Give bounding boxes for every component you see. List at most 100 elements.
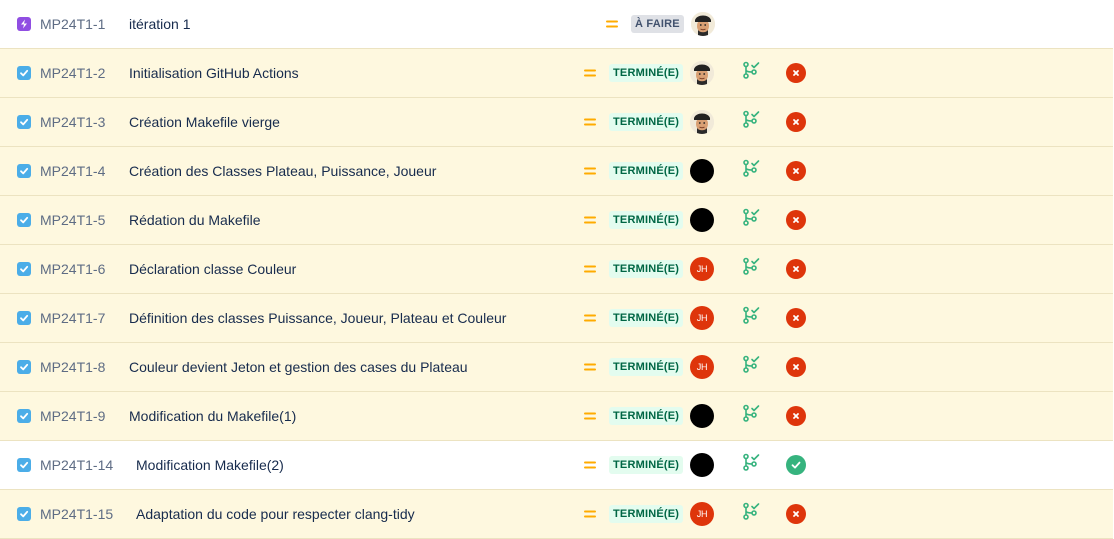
table-row[interactable]: MP24T1-14 Modification Makefile(2) TERMINÉ… <box>0 441 1113 490</box>
branch-icon[interactable] <box>742 144 760 192</box>
build-failed-icon[interactable] <box>786 490 806 538</box>
table-row[interactable]: MP24T1-1 itération 1 À FAIRE <box>0 0 1113 49</box>
issue-key-link[interactable]: MP24T1-5 <box>40 196 105 244</box>
issue-summary[interactable]: itération 1 <box>129 0 190 48</box>
avatar[interactable] <box>690 208 714 232</box>
status-cell: TERMINÉ(E) <box>609 490 684 538</box>
table-row[interactable]: MP24T1-3 Création Makefile vierge TERMINÉ(… <box>0 98 1113 147</box>
status-badge[interactable]: TERMINÉ(E) <box>609 456 684 474</box>
build-failed-icon[interactable] <box>786 98 806 146</box>
issue-summary[interactable]: Initialisation GitHub Actions <box>129 49 299 97</box>
issue-summary[interactable]: Adaptation du code pour respecter clang-… <box>136 490 415 538</box>
table-row[interactable]: MP24T1-7 Définition des classes Puissance… <box>0 294 1113 343</box>
status-badge[interactable]: TERMINÉ(E) <box>609 113 684 131</box>
avatar[interactable]: JH <box>690 306 714 330</box>
branch-glyph <box>743 306 760 324</box>
branch-glyph <box>743 502 760 520</box>
avatar[interactable] <box>690 110 714 134</box>
branch-icon[interactable] <box>742 291 760 339</box>
table-row[interactable]: MP24T1-6 Déclaration classe Couleur TERMIN… <box>0 245 1113 294</box>
avatar[interactable]: JH <box>690 502 714 526</box>
checkbox-icon <box>17 409 31 423</box>
avatar[interactable]: JH <box>690 355 714 379</box>
branch-icon[interactable] <box>742 193 760 241</box>
issue-summary[interactable]: Création des Classes Plateau, Puissance,… <box>129 147 436 195</box>
branch-icon[interactable] <box>742 242 760 290</box>
x-mark-glyph <box>793 266 799 272</box>
status-badge[interactable]: À FAIRE <box>631 15 684 33</box>
branch-glyph <box>743 110 760 128</box>
check-glyph <box>20 265 29 273</box>
check-glyph <box>20 314 29 322</box>
lightning-glyph <box>21 19 27 29</box>
build-failed-icon[interactable] <box>786 294 806 342</box>
branch-icon[interactable] <box>742 95 760 143</box>
table-row[interactable]: MP24T1-5 Rédation du Makefile TERMINÉ(E) <box>0 196 1113 245</box>
status-badge[interactable]: TERMINÉ(E) <box>609 211 684 229</box>
branch-icon[interactable] <box>742 487 760 535</box>
avatar[interactable] <box>690 404 714 428</box>
issue-key-link[interactable]: MP24T1-14 <box>40 441 113 489</box>
build-failed-icon[interactable] <box>786 196 806 244</box>
branch-glyph <box>743 453 760 471</box>
status-badge[interactable]: TERMINÉ(E) <box>609 358 684 376</box>
issue-summary[interactable]: Définition des classes Puissance, Joueur… <box>129 294 506 342</box>
issue-key-link[interactable]: MP24T1-4 <box>40 147 105 195</box>
issue-summary[interactable]: Déclaration classe Couleur <box>129 245 296 293</box>
issue-key-link[interactable]: MP24T1-2 <box>40 49 105 97</box>
branch-glyph <box>743 159 760 177</box>
table-row[interactable]: MP24T1-4 Création des Classes Plateau, Pu… <box>0 147 1113 196</box>
issue-key-link[interactable]: MP24T1-15 <box>40 490 113 538</box>
branch-glyph <box>743 61 760 79</box>
build-status-badge <box>786 112 806 132</box>
issue-summary[interactable]: Couleur devient Jeton et gestion des cas… <box>129 343 468 391</box>
status-badge[interactable]: TERMINÉ(E) <box>609 407 684 425</box>
branch-icon[interactable] <box>742 389 760 437</box>
issue-type-task <box>17 490 31 538</box>
issue-summary[interactable]: Rédation du Makefile <box>129 196 261 244</box>
table-row[interactable]: MP24T1-15 Adaptation du code pour respect… <box>0 490 1113 539</box>
issue-key-link[interactable]: MP24T1-6 <box>40 245 105 293</box>
issue-key-link[interactable]: MP24T1-7 <box>40 294 105 342</box>
build-failed-icon[interactable] <box>786 343 806 391</box>
issue-key-link[interactable]: MP24T1-3 <box>40 98 105 146</box>
status-badge[interactable]: TERMINÉ(E) <box>609 64 684 82</box>
status-badge[interactable]: TERMINÉ(E) <box>609 260 684 278</box>
table-row[interactable]: MP24T1-2 Initialisation GitHub Actions TER… <box>0 49 1113 98</box>
issue-key-link[interactable]: MP24T1-8 <box>40 343 105 391</box>
checkbox-icon <box>17 360 31 374</box>
build-status-badge <box>786 259 806 279</box>
issue-type-task <box>17 441 31 489</box>
build-failed-icon[interactable] <box>786 49 806 97</box>
issue-key-link[interactable]: MP24T1-1 <box>40 0 105 48</box>
build-failed-icon[interactable] <box>786 392 806 440</box>
avatar[interactable] <box>690 453 714 477</box>
priority-medium-icon <box>583 196 597 244</box>
status-badge[interactable]: TERMINÉ(E) <box>609 309 684 327</box>
table-row[interactable]: MP24T1-8 Couleur devient Jeton et gestion… <box>0 343 1113 392</box>
assignee-cell <box>690 98 714 146</box>
build-status-badge <box>786 161 806 181</box>
build-success-icon[interactable] <box>786 441 806 489</box>
build-failed-icon[interactable] <box>786 245 806 293</box>
build-status-badge <box>786 308 806 328</box>
branch-icon[interactable] <box>742 46 760 94</box>
branch-icon[interactable] <box>742 340 760 388</box>
priority-medium-icon <box>583 49 597 97</box>
build-failed-icon[interactable] <box>786 147 806 195</box>
issue-summary[interactable]: Modification du Makefile(1) <box>129 392 296 440</box>
table-row[interactable]: MP24T1-9 Modification du Makefile(1) TERMI… <box>0 392 1113 441</box>
status-badge[interactable]: TERMINÉ(E) <box>609 505 684 523</box>
avatar[interactable]: JH <box>690 257 714 281</box>
avatar[interactable] <box>690 61 714 85</box>
issue-key-link[interactable]: MP24T1-9 <box>40 392 105 440</box>
check-mark-glyph <box>791 461 801 469</box>
avatar-initials: JH <box>696 264 708 274</box>
avatar[interactable] <box>690 159 714 183</box>
issue-summary[interactable]: Création Makefile vierge <box>129 98 280 146</box>
avatar[interactable] <box>691 12 715 36</box>
issue-summary[interactable]: Modification Makefile(2) <box>136 441 284 489</box>
checkbox-icon <box>17 66 31 80</box>
status-badge[interactable]: TERMINÉ(E) <box>609 162 684 180</box>
branch-icon[interactable] <box>742 438 760 486</box>
